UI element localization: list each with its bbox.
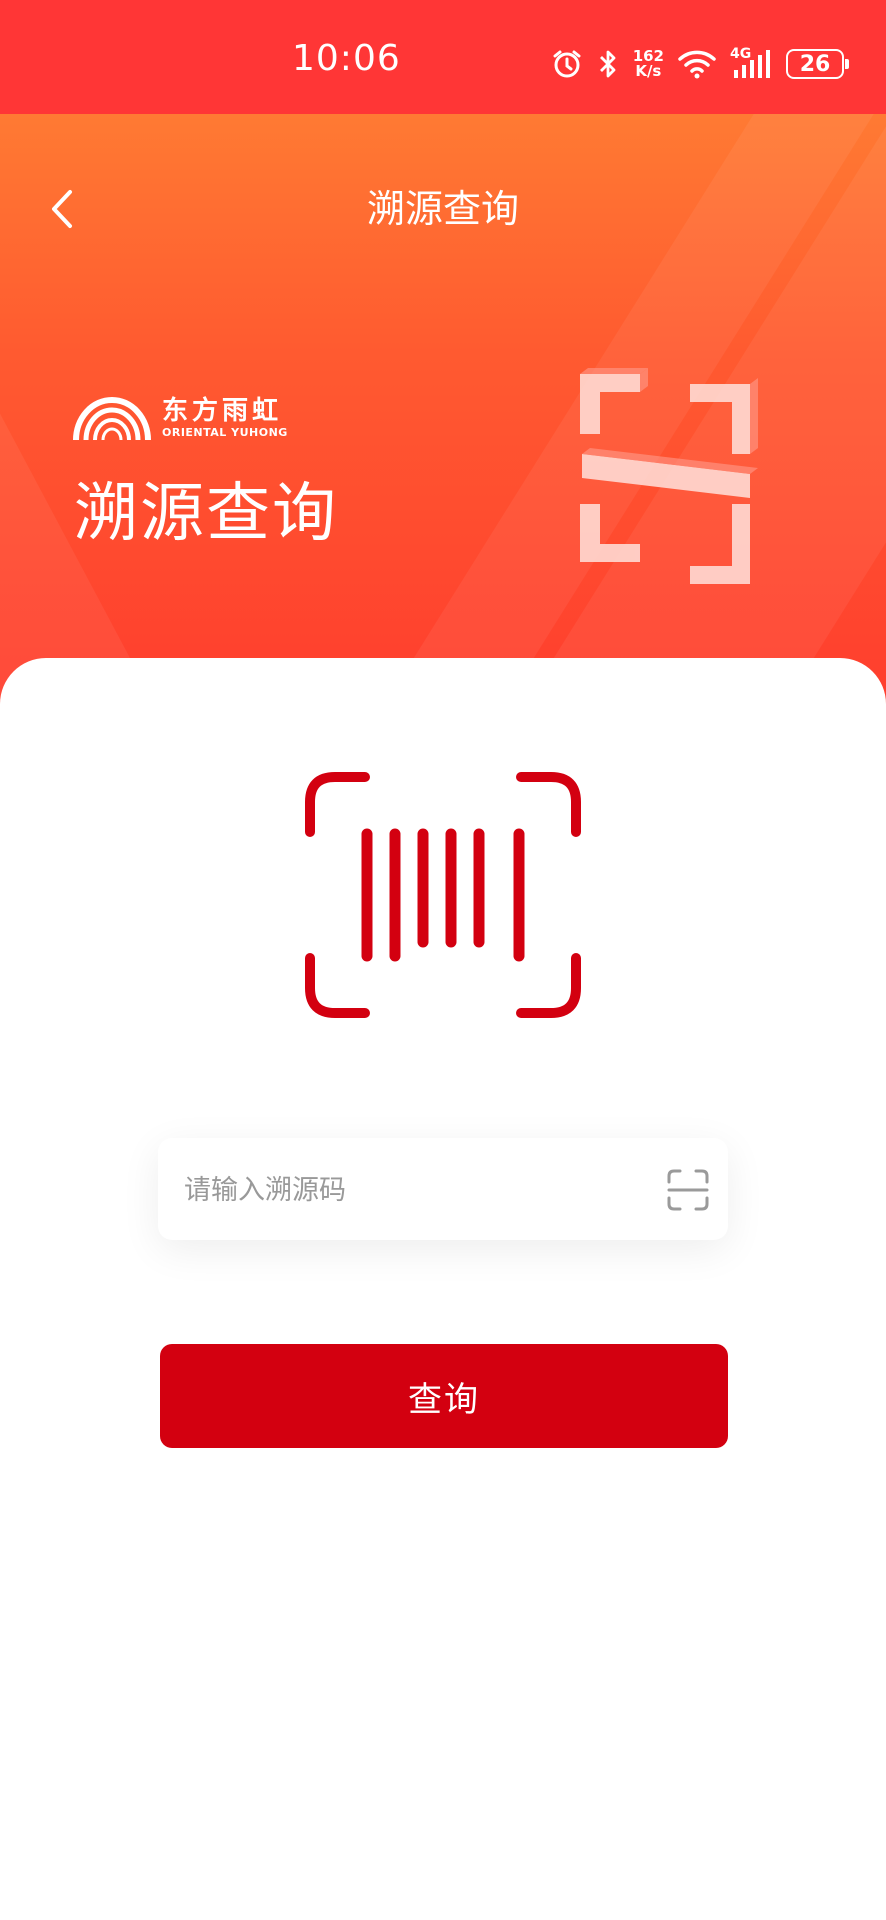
hero-header: 溯源查询 东方雨虹 ORIENTAL YUHONG 溯源查询 (0, 114, 886, 714)
alarm-icon (551, 48, 583, 80)
query-button[interactable]: 查询 (160, 1344, 728, 1448)
network-speed-unit: K/s (635, 62, 662, 80)
status-time: 10:06 (292, 38, 401, 79)
rainbow-arch-icon (73, 397, 151, 440)
bluetooth-icon (597, 48, 619, 80)
hero-title: 溯源查询 (74, 477, 338, 551)
scan-frame-illustration-icon (580, 368, 758, 584)
network-type: 4G (730, 46, 752, 62)
page-title: 溯源查询 (366, 187, 519, 231)
battery-indicator: 26 (786, 49, 849, 79)
trace-code-input[interactable] (182, 1138, 626, 1242)
barcode-scan-icon (305, 772, 581, 1018)
brand-logo: 东方雨虹 ORIENTAL YUHONG (72, 394, 288, 440)
scan-icon[interactable] (666, 1168, 710, 1212)
status-icons: 162 K/s 4G 26 (551, 44, 849, 84)
brand-name-cn: 东方雨虹 (162, 395, 283, 426)
battery-level: 26 (799, 51, 831, 77)
status-bar: 10:06 162 K/s 4G 26 (0, 0, 886, 114)
network-speed: 162 K/s (633, 49, 664, 79)
cellular-signal-icon: 4G (730, 46, 772, 80)
brand-logo-text: 东方雨虹 ORIENTAL YUHONG (162, 396, 288, 439)
trace-code-field (158, 1138, 728, 1242)
wifi-icon (678, 49, 716, 79)
brand-name-en: ORIENTAL YUHONG (162, 425, 288, 439)
